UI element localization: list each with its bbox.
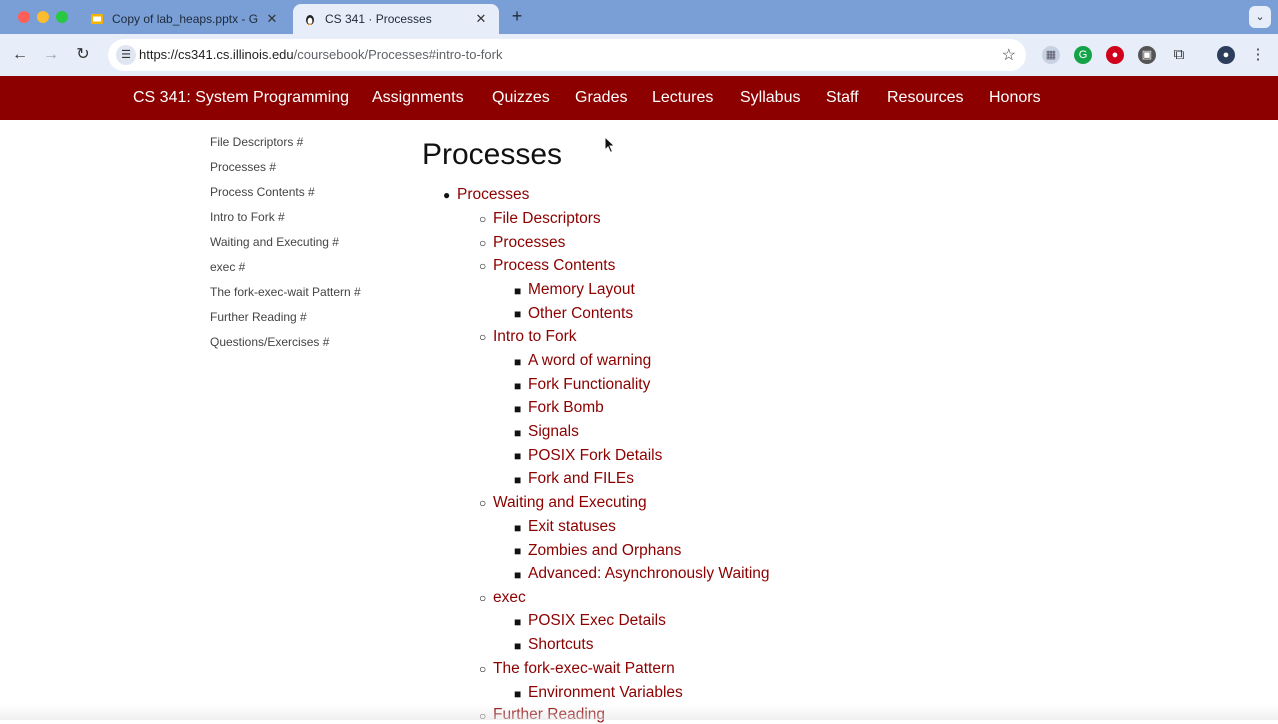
new-tab-plus-icon[interactable]: +	[508, 7, 526, 25]
nav-assignments[interactable]: Assignments	[372, 89, 464, 107]
extension-grid-icon[interactable]: ▦	[1042, 46, 1060, 64]
forward-arrow-icon[interactable]: →	[40, 44, 62, 66]
nav-grades[interactable]: Grades	[575, 89, 627, 107]
sidebar-item-intro-to-fork[interactable]: Intro to Fork #	[210, 210, 285, 224]
toc-link[interactable]: exec	[493, 589, 526, 607]
zoom-window-button[interactable]	[56, 11, 68, 23]
toc-link[interactable]: Exit statuses	[528, 518, 616, 536]
sidebar-item-file-descriptors[interactable]: File Descriptors #	[210, 135, 303, 149]
back-arrow-icon[interactable]: ←	[9, 44, 31, 66]
sidebar-item-exec[interactable]: exec #	[210, 260, 245, 274]
bullet-square-icon: ■	[514, 426, 522, 440]
toc-link[interactable]: Fork Functionality	[528, 376, 650, 394]
bottom-fade	[0, 704, 1278, 720]
toc-link[interactable]: Waiting and Executing	[493, 494, 647, 512]
toc-link[interactable]: Fork and FILEs	[528, 470, 634, 488]
close-window-button[interactable]	[18, 11, 30, 23]
sidebar-item-fork-exec-wait[interactable]: The fork-exec-wait Pattern #	[210, 285, 361, 299]
toc-link[interactable]: File Descriptors	[493, 210, 601, 228]
sidebar-item-further-reading[interactable]: Further Reading #	[210, 310, 307, 324]
bullet-circle-icon: ○	[479, 236, 487, 250]
toc-link[interactable]: Processes	[457, 186, 529, 204]
toc-link[interactable]: Memory Layout	[528, 281, 635, 299]
nav-brand[interactable]: CS 341: System Programming	[133, 89, 349, 107]
nav-resources[interactable]: Resources	[887, 89, 963, 107]
toc-link[interactable]: Fork Bomb	[528, 399, 604, 417]
sidebar-item-questions[interactable]: Questions/Exercises #	[210, 335, 329, 349]
browser-menu-icon[interactable]: ⋮	[1249, 46, 1267, 64]
bullet-disc-icon: ●	[443, 188, 451, 202]
url-text[interactable]: https://cs341.cs.illinois.edu/coursebook…	[139, 47, 502, 62]
bullet-square-icon: ■	[514, 639, 522, 653]
nav-honors[interactable]: Honors	[989, 89, 1041, 107]
extensions-puzzle-icon[interactable]: ⧉	[1170, 46, 1188, 64]
toc-link[interactable]: POSIX Fork Details	[528, 447, 662, 465]
site-navbar: CS 341: System Programming Assignments Q…	[0, 76, 1278, 120]
tab-title: CS 341 · Processes	[325, 12, 432, 26]
nav-lectures[interactable]: Lectures	[652, 89, 713, 107]
site-info-icon[interactable]: ☰	[116, 45, 136, 65]
browser-chrome: Copy of lab_heaps.pptx - Goo ✕ CS 341 · …	[0, 0, 1278, 76]
url-host: https://cs341.cs.illinois.edu	[139, 47, 294, 62]
bullet-square-icon: ■	[514, 521, 522, 535]
bullet-square-icon: ■	[514, 402, 522, 416]
bookmark-star-icon[interactable]: ☆	[1002, 45, 1016, 65]
profile-avatar[interactable]: ●	[1217, 46, 1235, 64]
bullet-square-icon: ■	[514, 307, 522, 321]
reload-icon[interactable]: ↻	[72, 44, 94, 66]
toc-link[interactable]: Environment Variables	[528, 684, 683, 702]
address-bar[interactable]: ☰ https://cs341.cs.illinois.edu/coursebo…	[108, 39, 1026, 71]
penguin-icon	[306, 15, 314, 25]
toc-link[interactable]: Signals	[528, 423, 579, 441]
tab-cs341-processes[interactable]: CS 341 · Processes ✕	[293, 4, 499, 34]
bullet-circle-icon: ○	[479, 662, 487, 676]
toc-link[interactable]: Intro to Fork	[493, 328, 577, 346]
browser-toolbar: ← → ↻ ☰ https://cs341.cs.illinois.edu/co…	[0, 34, 1278, 76]
sidebar-item-waiting-executing[interactable]: Waiting and Executing #	[210, 235, 339, 249]
toc-link[interactable]: Advanced: Asynchronously Waiting	[528, 565, 770, 583]
nav-syllabus[interactable]: Syllabus	[740, 89, 800, 107]
robot-extension-icon[interactable]: ▣	[1138, 46, 1156, 64]
toc-link[interactable]: The fork-exec-wait Pattern	[493, 660, 675, 678]
bullet-square-icon: ■	[514, 615, 522, 629]
url-path: /coursebook/Processes#intro-to-fork	[293, 47, 503, 62]
bullet-circle-icon: ○	[479, 496, 487, 510]
toc-link[interactable]: Process Contents	[493, 257, 615, 275]
bullet-square-icon: ■	[514, 473, 522, 487]
toc-link[interactable]: Other Contents	[528, 305, 633, 323]
bullet-circle-icon: ○	[479, 330, 487, 344]
mouse-cursor-icon	[604, 136, 616, 154]
adblock-icon[interactable]: ●	[1106, 46, 1124, 64]
minimize-window-button[interactable]	[37, 11, 49, 23]
page-title: Processes	[422, 138, 563, 171]
toc-link[interactable]: Processes	[493, 234, 565, 252]
bullet-circle-icon: ○	[479, 259, 487, 273]
nav-quizzes[interactable]: Quizzes	[492, 89, 550, 107]
toc-link[interactable]: Shortcuts	[528, 636, 593, 654]
tab-title: Copy of lab_heaps.pptx - Goo	[112, 12, 258, 26]
bullet-square-icon: ■	[514, 568, 522, 582]
bullet-square-icon: ■	[514, 284, 522, 298]
bullet-square-icon: ■	[514, 544, 522, 558]
toc-link[interactable]: A word of warning	[528, 352, 651, 370]
close-tab-icon[interactable]: ✕	[264, 11, 280, 27]
toc-link[interactable]: Zombies and Orphans	[528, 542, 681, 560]
bullet-circle-icon: ○	[479, 591, 487, 605]
tab-slides[interactable]: Copy of lab_heaps.pptx - Goo ✕	[80, 4, 290, 34]
nav-staff[interactable]: Staff	[826, 89, 859, 107]
bullet-square-icon: ■	[514, 355, 522, 369]
sidebar-item-processes[interactable]: Processes #	[210, 160, 276, 174]
tab-bar: Copy of lab_heaps.pptx - Goo ✕ CS 341 · …	[0, 0, 1278, 34]
bullet-square-icon: ■	[514, 379, 522, 393]
toc-link[interactable]: POSIX Exec Details	[528, 612, 666, 630]
bullet-circle-icon: ○	[479, 212, 487, 226]
sidebar-item-process-contents[interactable]: Process Contents #	[210, 185, 315, 199]
tab-search-chevron-icon[interactable]: ⌄	[1249, 6, 1271, 28]
close-tab-icon[interactable]: ✕	[473, 11, 489, 27]
slides-icon	[91, 14, 103, 24]
grammarly-icon[interactable]: G	[1074, 46, 1092, 64]
bullet-square-icon: ■	[514, 687, 522, 701]
bullet-square-icon: ■	[514, 449, 522, 463]
